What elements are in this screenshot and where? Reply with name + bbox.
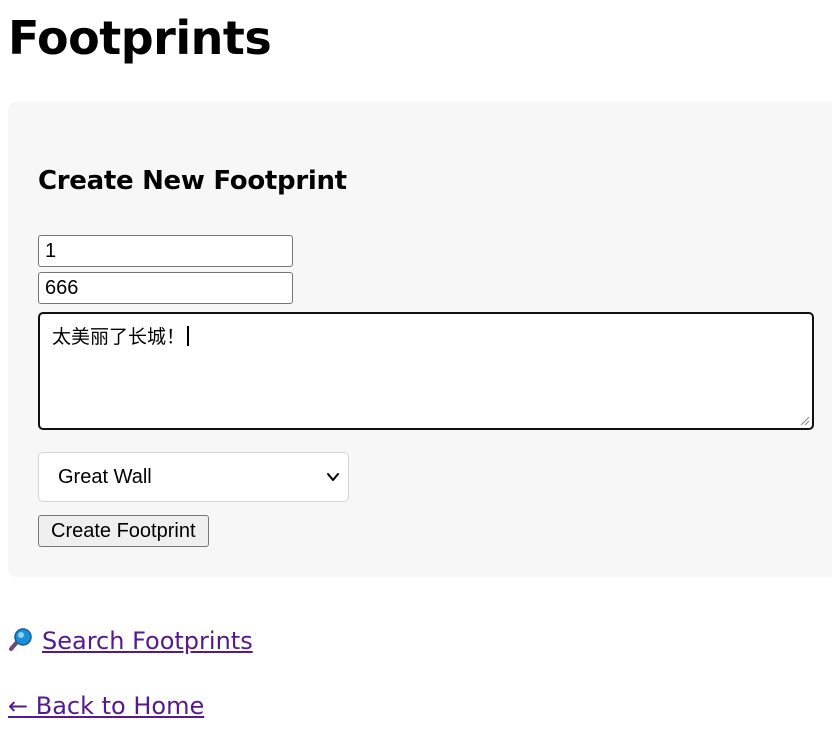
create-footprint-form: Create New Footprint 1 666 太美丽了长城！ Great… xyxy=(8,102,832,577)
page-title: Footprints xyxy=(8,11,272,65)
value-input[interactable]: 666 xyxy=(38,272,293,304)
resize-grip-icon[interactable] xyxy=(799,415,810,426)
value-input-value: 666 xyxy=(45,277,79,299)
chevron-down-icon xyxy=(327,473,339,481)
comment-text: 太美丽了长城！ xyxy=(52,326,186,348)
location-select-value: Great Wall xyxy=(58,466,152,488)
comment-textarea[interactable]: 太美丽了长城！ xyxy=(38,312,814,430)
user-id-input-value: 1 xyxy=(45,240,57,262)
search-footprints-label: Search Footprints xyxy=(42,627,253,655)
text-caret xyxy=(187,326,190,346)
user-id-input[interactable]: 1 xyxy=(38,235,293,267)
form-heading: Create New Footprint xyxy=(38,166,347,196)
back-to-home-link[interactable]: ← Back to Home xyxy=(8,691,204,721)
search-footprints-link[interactable]: Search Footprints xyxy=(8,626,253,656)
create-footprint-button[interactable]: Create Footprint xyxy=(38,515,209,547)
magnifying-glass-icon xyxy=(9,628,32,651)
location-select[interactable]: Great Wall xyxy=(38,452,349,502)
